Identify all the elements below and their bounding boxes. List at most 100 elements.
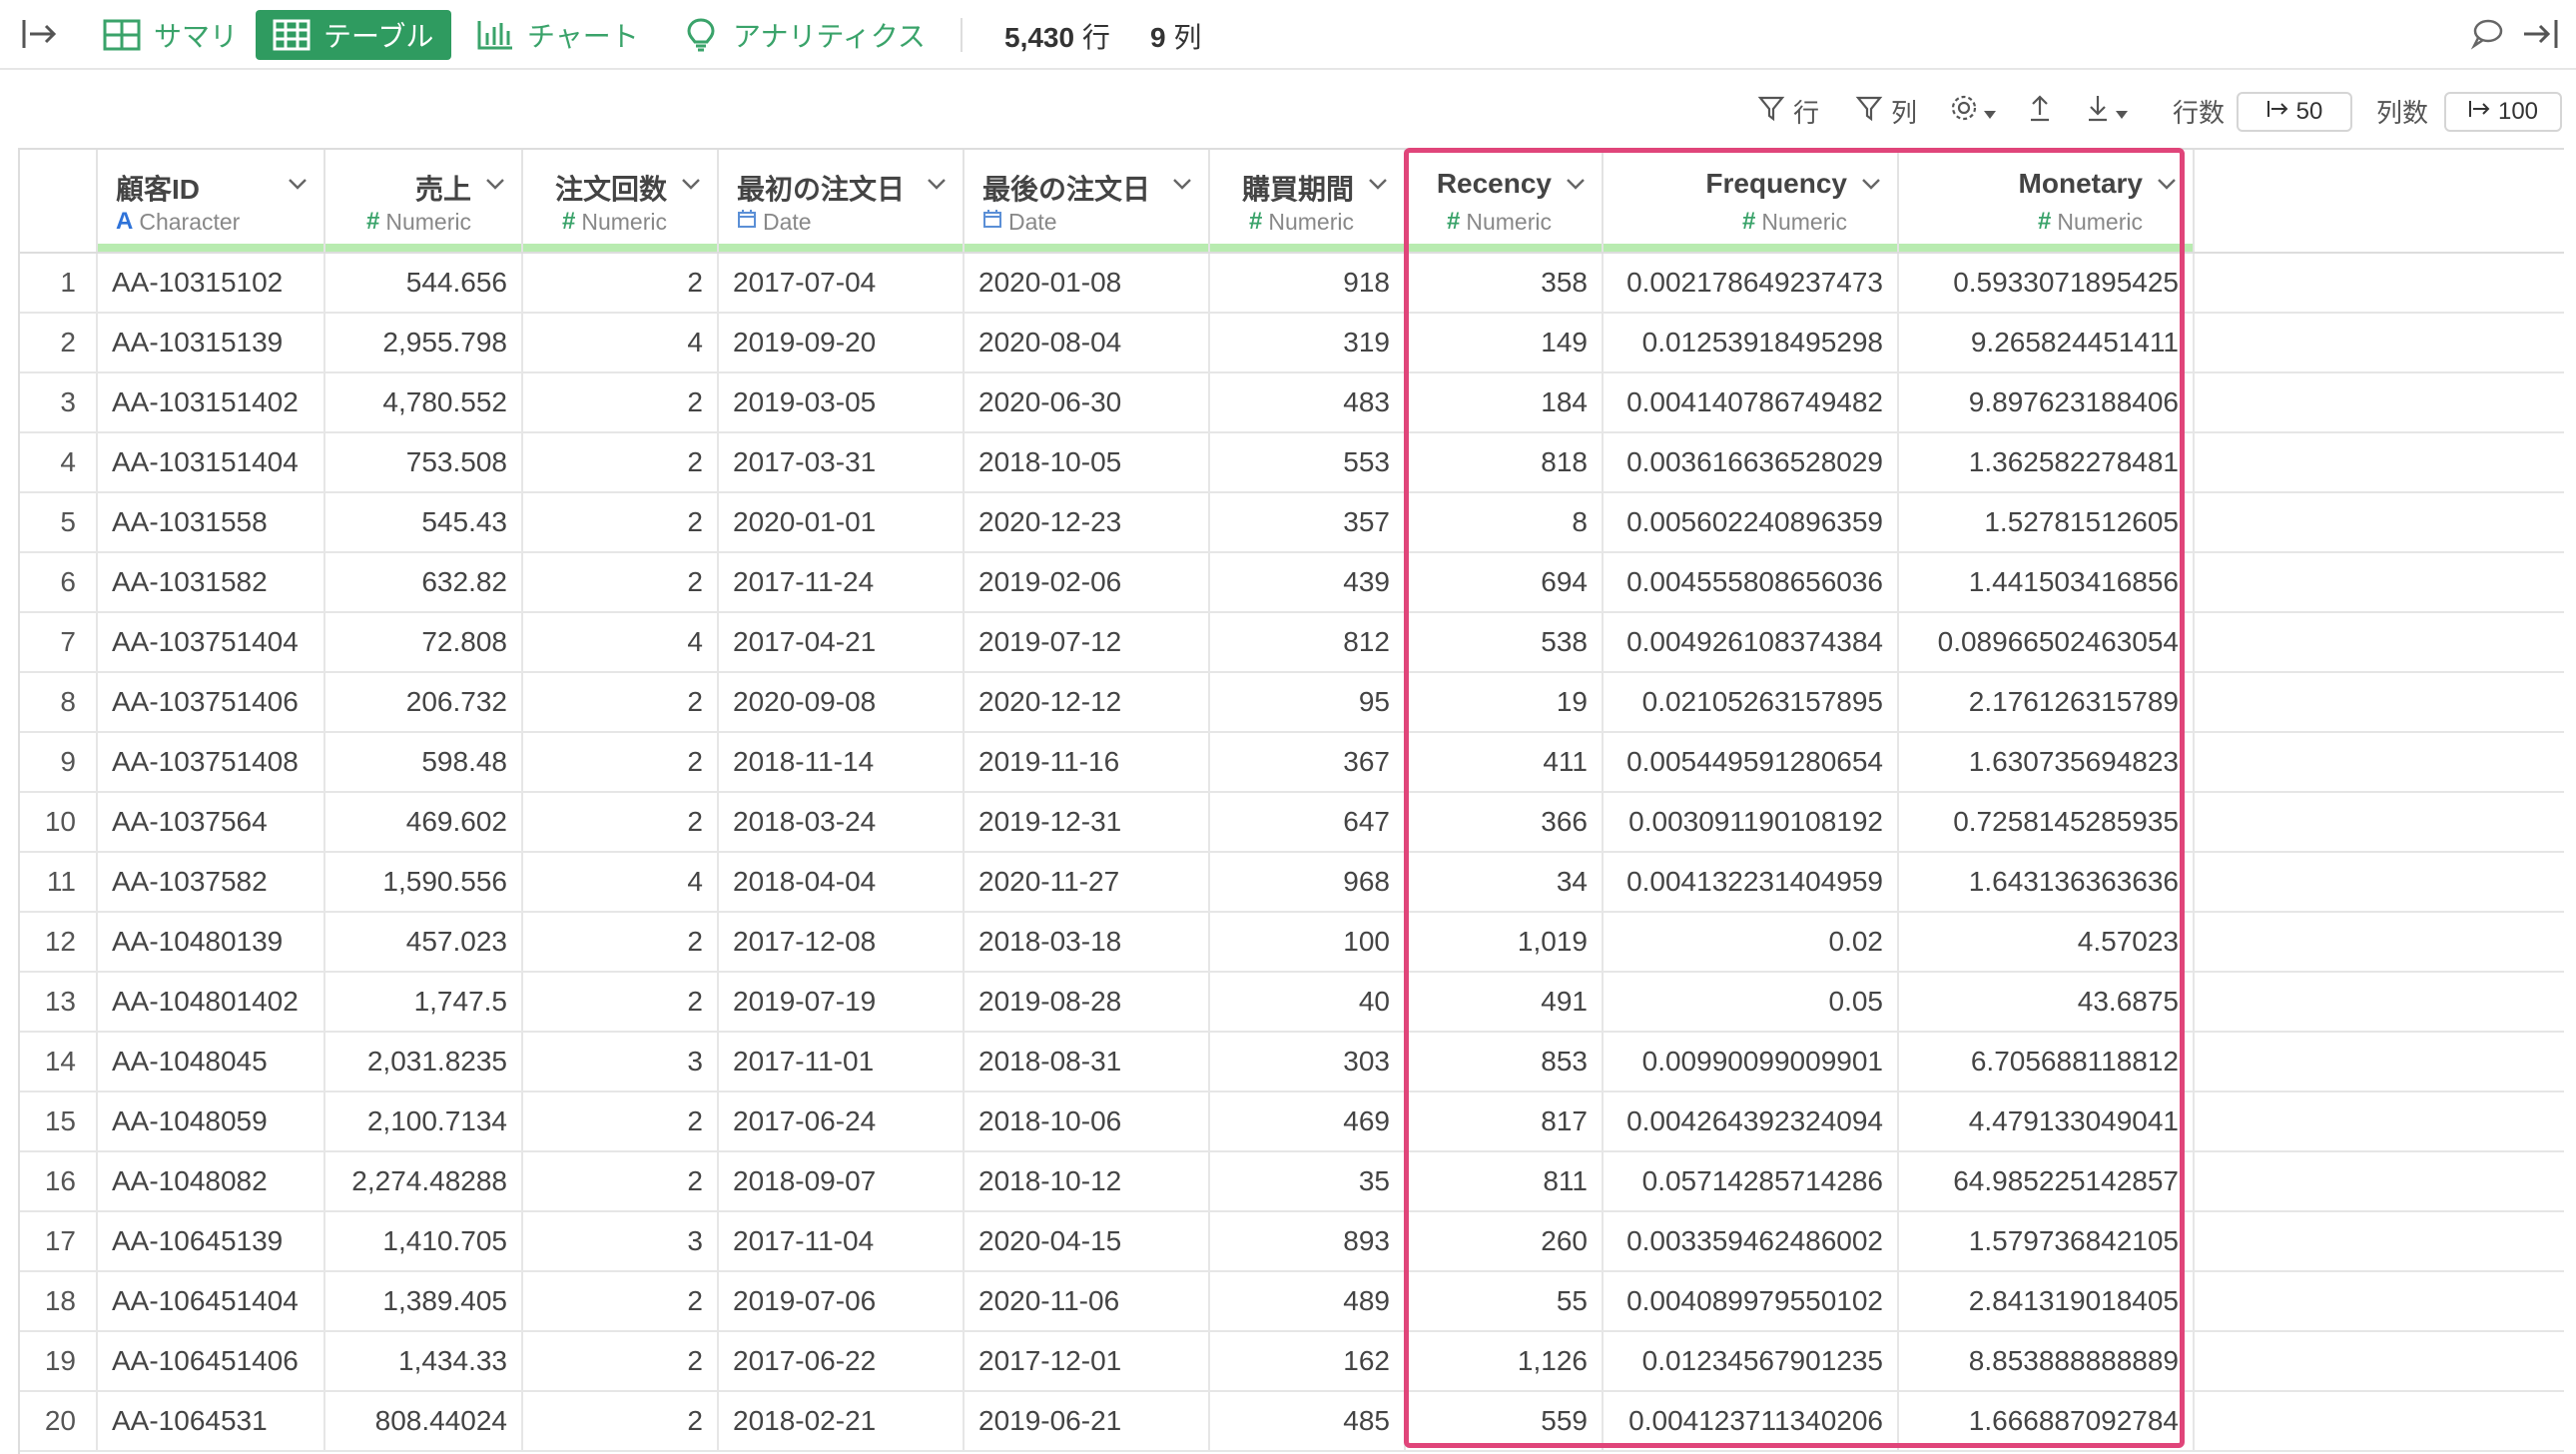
cell-last-order-date[interactable]: 2020-11-27 [965, 853, 1210, 911]
cell-customer-id[interactable]: AA-1031558 [98, 493, 325, 551]
cell-customer-id[interactable]: AA-104801402 [98, 973, 325, 1031]
chevron-down-icon[interactable] [1170, 172, 1194, 196]
cell-frequency[interactable]: 0.05 [1604, 973, 1899, 1031]
table-row[interactable]: 11 AA-1037582 1,590.556 4 2018-04-04 2020-11-… [20, 853, 2564, 913]
cell-customer-id[interactable]: AA-1048082 [98, 1152, 325, 1210]
cell-first-order-date[interactable]: 2017-03-31 [719, 433, 965, 491]
cell-recency[interactable]: 559 [1406, 1392, 1604, 1450]
cell-order-count[interactable]: 2 [523, 254, 719, 312]
cell-last-order-date[interactable]: 2019-11-16 [965, 733, 1210, 791]
tab-table[interactable]: テーブル [256, 10, 451, 60]
table-row[interactable]: 18 AA-106451404 1,389.405 2 2019-07-06 2020-1… [20, 1272, 2564, 1332]
cell-first-order-date[interactable]: 2017-06-22 [719, 1332, 965, 1390]
chevron-down-icon[interactable] [1366, 172, 1390, 196]
table-row[interactable]: 7 AA-103751404 72.808 4 2017-04-21 2019-07-12… [20, 613, 2564, 673]
table-row[interactable]: 4 AA-103151404 753.508 2 2017-03-31 2018-10-0… [20, 433, 2564, 493]
cell-first-order-date[interactable]: 2019-07-06 [719, 1272, 965, 1330]
cell-sales[interactable]: 1,389.405 [325, 1272, 523, 1330]
cell-frequency[interactable]: 0.004140786749482 [1604, 373, 1899, 431]
cell-last-order-date[interactable]: 2020-04-15 [965, 1212, 1210, 1270]
cell-first-order-date[interactable]: 2019-07-19 [719, 973, 965, 1031]
cell-recency[interactable]: 55 [1406, 1272, 1604, 1330]
cell-monetary[interactable]: 1.643136363636 [1899, 853, 2195, 911]
cell-monetary[interactable]: 8.853888888889 [1899, 1332, 2195, 1390]
cell-frequency[interactable]: 0.004926108374384 [1604, 613, 1899, 671]
cell-customer-id[interactable]: AA-10315102 [98, 254, 325, 312]
cell-purchase-period[interactable]: 357 [1210, 493, 1406, 551]
cell-purchase-period[interactable]: 100 [1210, 913, 1406, 971]
cell-sales[interactable]: 457.023 [325, 913, 523, 971]
cell-last-order-date[interactable]: 2020-01-08 [965, 254, 1210, 312]
cell-first-order-date[interactable]: 2018-11-14 [719, 733, 965, 791]
table-row[interactable]: 20 AA-1064531 808.44024 2 2018-02-21 2019-06-… [20, 1392, 2564, 1452]
table-row[interactable]: 14 AA-1048045 2,031.8235 3 2017-11-01 2018-08… [20, 1033, 2564, 1092]
cell-order-count[interactable]: 3 [523, 1033, 719, 1090]
cell-first-order-date[interactable]: 2017-11-04 [719, 1212, 965, 1270]
cell-order-count[interactable]: 4 [523, 613, 719, 671]
table-row[interactable]: 13 AA-104801402 1,747.5 2 2019-07-19 2019-08-… [20, 973, 2564, 1033]
cell-sales[interactable]: 206.732 [325, 673, 523, 731]
column-header-first-order-date[interactable]: 最初の注文日 Date [719, 150, 965, 252]
cell-customer-id[interactable]: AA-103751408 [98, 733, 325, 791]
cell-first-order-date[interactable]: 2020-09-08 [719, 673, 965, 731]
cell-purchase-period[interactable]: 162 [1210, 1332, 1406, 1390]
cell-purchase-period[interactable]: 968 [1210, 853, 1406, 911]
chevron-down-icon[interactable] [286, 172, 310, 196]
cell-sales[interactable]: 753.508 [325, 433, 523, 491]
cell-last-order-date[interactable]: 2018-08-31 [965, 1033, 1210, 1090]
table-row[interactable]: 5 AA-1031558 545.43 2 2020-01-01 2020-12-23 35… [20, 493, 2564, 553]
cell-customer-id[interactable]: AA-106451404 [98, 1272, 325, 1330]
download-button[interactable] [2085, 88, 2129, 134]
cell-frequency[interactable]: 0.004089979550102 [1604, 1272, 1899, 1330]
cell-sales[interactable]: 2,274.48288 [325, 1152, 523, 1210]
cell-purchase-period[interactable]: 319 [1210, 314, 1406, 371]
cell-frequency[interactable]: 0.004132231404959 [1604, 853, 1899, 911]
cell-customer-id[interactable]: AA-1048045 [98, 1033, 325, 1090]
cell-recency[interactable]: 260 [1406, 1212, 1604, 1270]
cell-sales[interactable]: 598.48 [325, 733, 523, 791]
cell-purchase-period[interactable]: 893 [1210, 1212, 1406, 1270]
cell-last-order-date[interactable]: 2017-12-01 [965, 1332, 1210, 1390]
cell-first-order-date[interactable]: 2018-09-07 [719, 1152, 965, 1210]
column-header-customer-id[interactable]: 顧客ID A Character [98, 150, 325, 252]
cell-customer-id[interactable]: AA-10645139 [98, 1212, 325, 1270]
cell-purchase-period[interactable]: 367 [1210, 733, 1406, 791]
cell-customer-id[interactable]: AA-1037582 [98, 853, 325, 911]
table-row[interactable]: 2 AA-10315139 2,955.798 4 2019-09-20 2020-08-… [20, 314, 2564, 373]
table-row[interactable]: 8 AA-103751406 206.732 2 2020-09-08 2020-12-1… [20, 673, 2564, 733]
cell-order-count[interactable]: 3 [523, 1212, 719, 1270]
cell-sales[interactable]: 2,031.8235 [325, 1033, 523, 1090]
cell-recency[interactable]: 358 [1406, 254, 1604, 312]
table-row[interactable]: 17 AA-10645139 1,410.705 3 2017-11-04 2020-04… [20, 1212, 2564, 1272]
cell-first-order-date[interactable]: 2017-07-04 [719, 254, 965, 312]
cell-monetary[interactable]: 1.630735694823 [1899, 733, 2195, 791]
cell-sales[interactable]: 2,100.7134 [325, 1092, 523, 1150]
cell-purchase-period[interactable]: 95 [1210, 673, 1406, 731]
settings-button[interactable] [1949, 88, 1997, 134]
cell-last-order-date[interactable]: 2019-06-21 [965, 1392, 1210, 1450]
cell-first-order-date[interactable]: 2017-11-24 [719, 553, 965, 611]
column-header-sales[interactable]: 売上 # Numeric [325, 150, 523, 252]
cell-monetary[interactable]: 4.57023 [1899, 913, 2195, 971]
tab-summary[interactable]: サマリ [86, 10, 254, 60]
chevron-down-icon[interactable] [2155, 172, 2179, 196]
cell-monetary[interactable]: 1.579736842105 [1899, 1212, 2195, 1270]
chevron-down-icon[interactable] [483, 172, 507, 196]
cell-order-count[interactable]: 2 [523, 433, 719, 491]
cell-frequency[interactable]: 0.00990099009901 [1604, 1033, 1899, 1090]
cell-frequency[interactable]: 0.005449591280654 [1604, 733, 1899, 791]
expand-left-panel-icon[interactable] [18, 14, 62, 54]
column-header-frequency[interactable]: Frequency # Numeric [1604, 150, 1899, 252]
cell-frequency[interactable]: 0.02105263157895 [1604, 673, 1899, 731]
cell-first-order-date[interactable]: 2018-02-21 [719, 1392, 965, 1450]
cell-last-order-date[interactable]: 2019-02-06 [965, 553, 1210, 611]
chevron-down-icon[interactable] [925, 172, 949, 196]
cell-frequency[interactable]: 0.002178649237473 [1604, 254, 1899, 312]
column-header-monetary[interactable]: Monetary # Numeric [1899, 150, 2195, 252]
cell-order-count[interactable]: 4 [523, 314, 719, 371]
cell-monetary[interactable]: 2.176126315789 [1899, 673, 2195, 731]
cell-recency[interactable]: 818 [1406, 433, 1604, 491]
cell-customer-id[interactable]: AA-1064531 [98, 1392, 325, 1450]
tab-analytics[interactable]: アナリティクス [665, 10, 942, 60]
cell-order-count[interactable]: 2 [523, 913, 719, 971]
